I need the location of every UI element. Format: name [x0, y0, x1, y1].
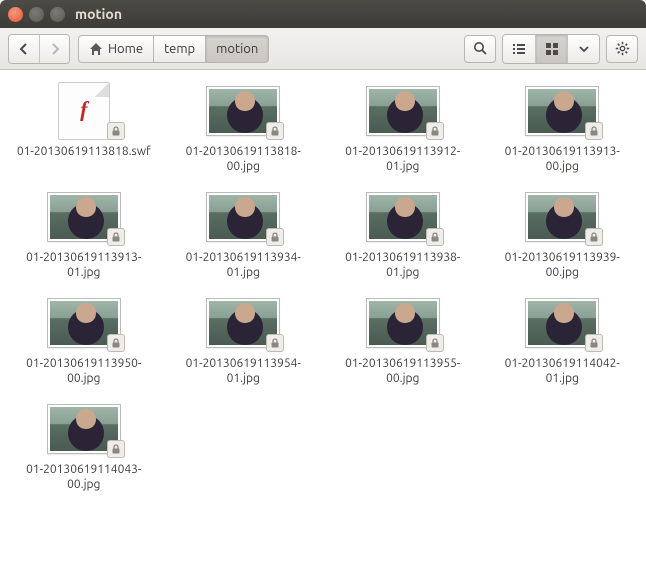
lock-icon — [107, 334, 125, 352]
grid-view-icon — [545, 42, 559, 56]
file-thumbnail — [204, 190, 282, 244]
file-thumbnail — [523, 296, 601, 350]
file-name-label: 01-20130619114042-01.jpg — [492, 356, 632, 386]
file-item[interactable]: 01-20130619113912-01.jpg — [325, 80, 481, 178]
search-button[interactable] — [464, 35, 496, 63]
file-item[interactable]: 01-20130619113934-01.jpg — [166, 186, 322, 284]
titlebar: motion — [0, 0, 646, 28]
lock-icon — [107, 228, 125, 246]
file-item[interactable]: 01-20130619113950-00.jpg — [6, 292, 162, 390]
home-icon — [89, 42, 103, 56]
lock-icon — [266, 228, 284, 246]
lock-icon — [426, 122, 444, 140]
file-name-label: 01-20130619114043-00.jpg — [14, 462, 154, 492]
file-item[interactable]: 01-20130619113955-00.jpg — [325, 292, 481, 390]
view-mode-group — [502, 34, 600, 64]
file-view[interactable]: f 01-20130619113818.swf 01-20130619113818-… — [0, 70, 646, 580]
lock-icon — [426, 334, 444, 352]
file-thumbnail — [204, 84, 282, 138]
lock-icon — [585, 228, 603, 246]
file-name-label: 01-20130619113913-00.jpg — [492, 144, 632, 174]
settings-button[interactable] — [606, 35, 638, 63]
file-name-label: 01-20130619113938-01.jpg — [333, 250, 473, 280]
file-thumbnail — [45, 402, 123, 456]
list-view-icon — [512, 42, 526, 56]
lock-icon — [585, 334, 603, 352]
window-controls — [8, 7, 65, 22]
breadcrumb-label: temp — [164, 42, 195, 56]
file-name-label: 01-20130619113954-01.jpg — [173, 356, 313, 386]
file-name-label: 01-20130619113955-00.jpg — [333, 356, 473, 386]
file-thumbnail — [364, 190, 442, 244]
lock-icon — [426, 228, 444, 246]
back-button[interactable] — [9, 35, 39, 63]
file-name-label: 01-20130619113950-00.jpg — [14, 356, 154, 386]
file-item[interactable]: 01-20130619113939-00.jpg — [485, 186, 641, 284]
list-view-button[interactable] — [503, 35, 535, 63]
breadcrumb-home-label: Home — [108, 42, 143, 56]
file-name-label: 01-20130619113939-00.jpg — [492, 250, 632, 280]
file-name-label: 01-20130619113913-01.jpg — [14, 250, 154, 280]
chevron-down-icon — [578, 43, 590, 55]
grid-view-button[interactable] — [535, 35, 567, 63]
breadcrumb-item-temp[interactable]: temp — [154, 35, 206, 63]
flash-icon: f — [80, 97, 87, 123]
file-item[interactable]: 01-20130619113913-01.jpg — [6, 186, 162, 284]
close-window-button[interactable] — [8, 7, 23, 22]
lock-icon — [266, 334, 284, 352]
file-thumbnail: f — [45, 84, 123, 138]
gear-icon — [615, 41, 630, 56]
file-item[interactable]: 01-20130619113954-01.jpg — [166, 292, 322, 390]
back-icon — [18, 43, 30, 55]
nav-group — [8, 34, 70, 64]
maximize-window-button[interactable] — [50, 7, 65, 22]
file-thumbnail — [364, 296, 442, 350]
breadcrumb: Home temp motion — [78, 35, 269, 63]
lock-icon — [585, 122, 603, 140]
file-thumbnail — [523, 84, 601, 138]
lock-icon — [107, 440, 125, 458]
file-name-label: 01-20130619113818.swf — [17, 144, 151, 159]
breadcrumb-home[interactable]: Home — [78, 35, 154, 63]
toolbar: Home temp motion — [0, 28, 646, 70]
minimize-window-button[interactable] — [29, 7, 44, 22]
lock-icon — [107, 122, 125, 140]
breadcrumb-item-motion[interactable]: motion — [206, 35, 269, 63]
forward-button[interactable] — [39, 35, 69, 63]
file-item[interactable]: 01-20130619114042-01.jpg — [485, 292, 641, 390]
lock-icon — [266, 122, 284, 140]
file-item[interactable]: 01-20130619114043-00.jpg — [6, 398, 162, 496]
file-item[interactable]: 01-20130619113913-00.jpg — [485, 80, 641, 178]
search-icon — [473, 41, 488, 56]
file-grid: f 01-20130619113818.swf 01-20130619113818-… — [6, 80, 640, 496]
file-item[interactable]: 01-20130619113938-01.jpg — [325, 186, 481, 284]
file-name-label: 01-20130619113912-01.jpg — [333, 144, 473, 174]
view-options-button[interactable] — [567, 35, 599, 63]
file-thumbnail — [204, 296, 282, 350]
file-thumbnail — [45, 296, 123, 350]
file-thumbnail — [45, 190, 123, 244]
forward-icon — [49, 43, 61, 55]
file-item[interactable]: f 01-20130619113818.swf — [6, 80, 162, 178]
window-title: motion — [75, 6, 122, 22]
file-name-label: 01-20130619113818-00.jpg — [173, 144, 313, 174]
file-name-label: 01-20130619113934-01.jpg — [173, 250, 313, 280]
file-item[interactable]: 01-20130619113818-00.jpg — [166, 80, 322, 178]
file-thumbnail — [364, 84, 442, 138]
file-thumbnail — [523, 190, 601, 244]
breadcrumb-label: motion — [216, 42, 258, 56]
